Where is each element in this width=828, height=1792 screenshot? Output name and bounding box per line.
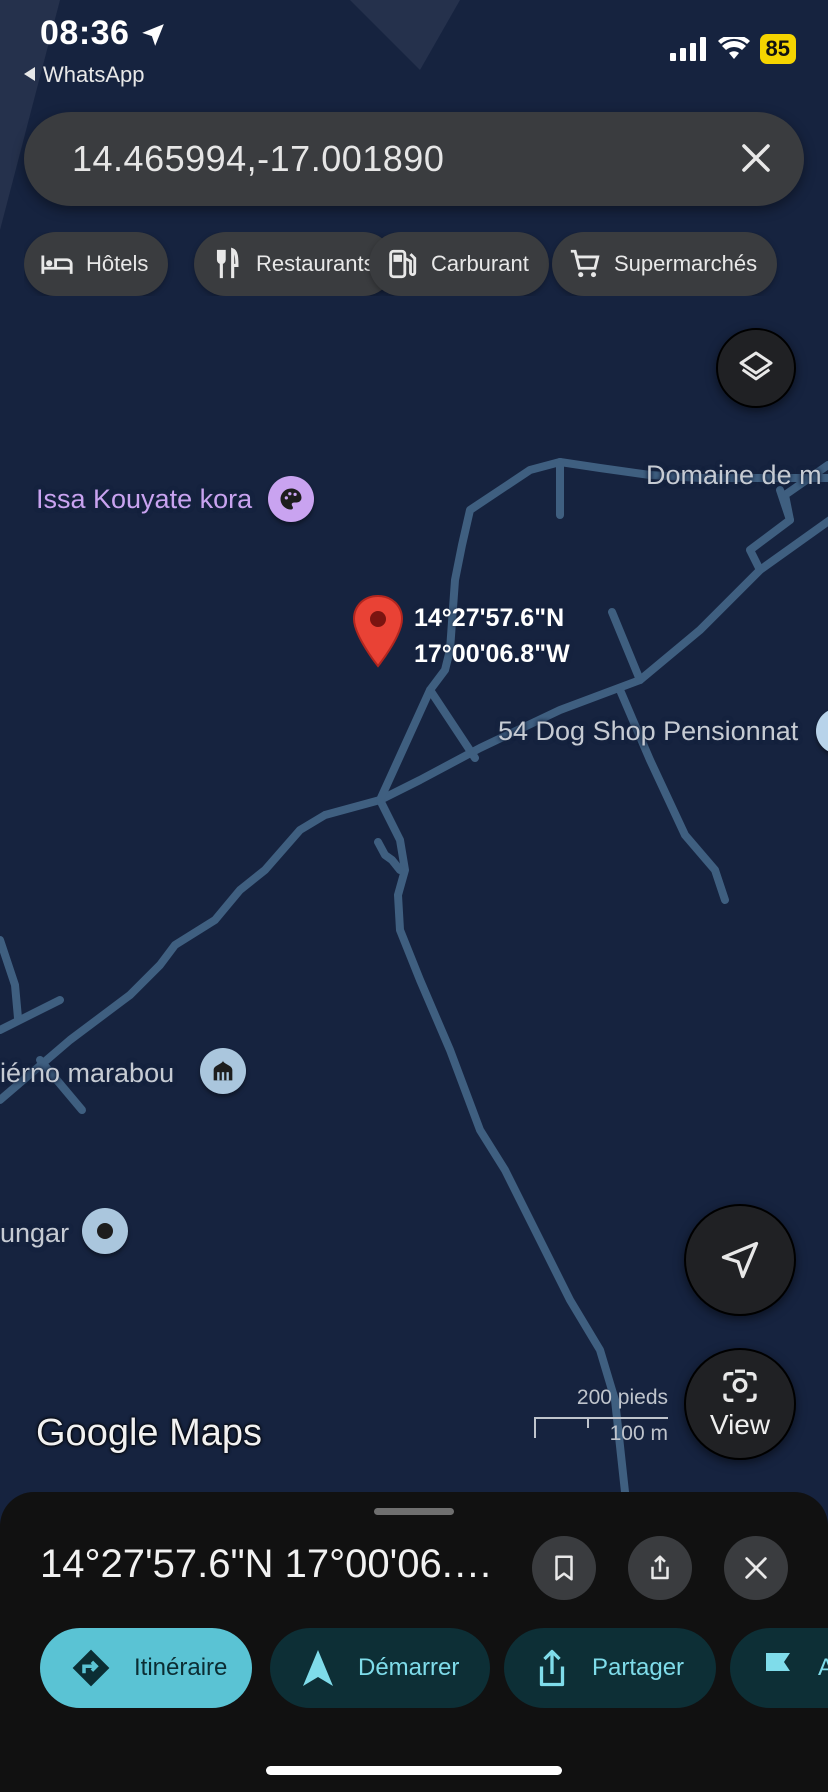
place-title: 14°27'57.6"N 17°00'06.8"W (40, 1542, 500, 1586)
directions-icon (72, 1649, 110, 1687)
mosque-icon[interactable] (200, 1048, 246, 1094)
dot-icon[interactable] (82, 1208, 128, 1254)
mosque-glyph (213, 1060, 233, 1081)
search-bar[interactable]: 14.465994,-17.001890 (24, 112, 804, 206)
signal-icon (669, 37, 706, 61)
poi-label-ungar[interactable]: ungar (0, 1218, 69, 1249)
back-chevron-icon (24, 67, 35, 81)
back-app-label: WhatsApp (43, 62, 145, 87)
palette-icon[interactable] (268, 476, 314, 522)
poi-label-issa-kouyate[interactable]: Issa Kouyate kora (36, 484, 252, 515)
share-icon (539, 1649, 565, 1687)
chip-label: Carburant (431, 251, 529, 276)
view-label: View (709, 1409, 771, 1440)
status-time: 08:36 (40, 14, 130, 52)
bed-icon (41, 255, 73, 274)
save-button[interactable] (532, 1536, 596, 1600)
dropped-pin-coordinates: 14°27'57.6"N 17°00'06.8"W (414, 600, 570, 672)
scale-meters: 100 m (609, 1422, 668, 1445)
back-to-app-link[interactable]: WhatsApp (24, 62, 145, 88)
layers-icon (739, 351, 773, 381)
share-label: Partager (592, 1654, 685, 1681)
chip-label: Supermarchés (614, 251, 758, 276)
share-button[interactable] (628, 1536, 692, 1600)
map-scale: 200 pieds 100 m (534, 1386, 668, 1445)
close-icon[interactable] (738, 140, 774, 176)
navigation-arrow-icon (303, 1650, 333, 1686)
share-action-button[interactable]: Partager (504, 1628, 716, 1708)
camera-scan-icon (723, 1369, 757, 1402)
action-buttons-row: Itinéraire Démarrer Partager A (0, 1628, 828, 1708)
palette-glyph (280, 488, 302, 510)
view-button[interactable]: View (684, 1348, 796, 1460)
google-maps-logo: Google Maps (36, 1412, 263, 1454)
fuel-pump-icon (389, 249, 417, 279)
close-icon (745, 1557, 767, 1579)
navigation-icon (721, 1241, 759, 1279)
flag-icon (766, 1653, 790, 1686)
location-arrow-icon (142, 24, 164, 46)
label-button[interactable]: A (730, 1628, 828, 1708)
label-action-text: A (818, 1654, 828, 1681)
pin-latitude: 14°27'57.6"N (414, 604, 565, 632)
cart-icon (570, 249, 600, 278)
chip-fuel[interactable]: Carburant (369, 232, 549, 296)
pin-longitude: 17°00'06.8"W (414, 640, 570, 668)
poi-label-domaine[interactable]: Domaine de m (646, 460, 822, 491)
battery-level: 85 (759, 34, 796, 64)
status-bar: 08:36 WhatsApp 85 (0, 0, 828, 90)
home-indicator[interactable] (266, 1766, 562, 1775)
layers-button[interactable] (716, 328, 796, 408)
bookmark-icon (555, 1555, 573, 1581)
chip-label: Restaurants (256, 251, 375, 276)
fork-knife-icon (216, 247, 239, 279)
chip-restaurants[interactable]: Restaurants (194, 232, 395, 296)
chip-label: Hôtels (86, 251, 149, 276)
category-chips: Hôtels Restaurants Carburant Supermarché… (24, 232, 828, 296)
directions-label: Itinéraire (134, 1654, 228, 1681)
search-input[interactable]: 14.465994,-17.001890 (72, 138, 444, 180)
recenter-button[interactable] (684, 1204, 796, 1316)
dropped-pin-icon[interactable] (352, 594, 404, 670)
system-icons: 85 (669, 34, 796, 64)
wifi-icon (717, 37, 750, 59)
chip-supermarkets[interactable]: Supermarchés (552, 232, 778, 296)
start-button[interactable]: Démarrer (270, 1628, 490, 1708)
poi-label-dog-shop[interactable]: 54 Dog Shop Pensionnat (498, 716, 798, 747)
sheet-drag-handle[interactable] (374, 1508, 454, 1515)
directions-button[interactable]: Itinéraire (40, 1628, 252, 1708)
close-sheet-button[interactable] (724, 1536, 788, 1600)
share-icon (651, 1555, 669, 1580)
start-label: Démarrer (358, 1654, 460, 1681)
poi-label-thierno-marabou[interactable]: iérno marabou (0, 1058, 174, 1089)
chip-hotels[interactable]: Hôtels (24, 232, 169, 296)
dot-glyph (97, 1223, 113, 1239)
scale-feet: 200 pieds (576, 1386, 668, 1409)
place-bottom-sheet[interactable]: 14°27'57.6"N 17°00'06.8"W Itinéraire Dém… (0, 1492, 828, 1792)
